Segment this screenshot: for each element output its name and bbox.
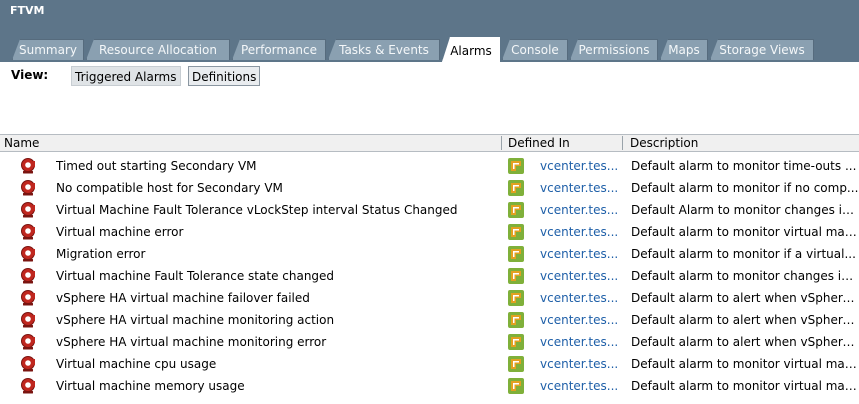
table-row[interactable]: Migration error vcenter.tes... Default ala… (0, 243, 859, 265)
alarm-description: Default alarm to monitor virtual mac... (631, 357, 859, 371)
defined-in-link[interactable]: vcenter.tes... (540, 158, 626, 174)
alarm-definition-icon (20, 377, 38, 395)
defined-in-link[interactable]: vcenter.tes... (540, 356, 626, 372)
alarm-name: vSphere HA virtual machine monitoring ac… (56, 313, 335, 327)
alarm-description: Default alarm to monitor if a virtual... (631, 247, 856, 261)
alarm-description: Default alarm to monitor virtual mac... (631, 225, 859, 239)
alarm-name: vSphere HA virtual machine monitoring er… (56, 335, 327, 349)
tab-strip: Summary Resource Allocation Performance … (0, 33, 859, 64)
alarm-name: Virtual machine Fault Tolerance state ch… (56, 269, 335, 283)
defined-in-link[interactable]: vcenter.tes... (540, 378, 626, 394)
defined-in-link[interactable]: vcenter.tes... (540, 312, 626, 328)
vcenter-icon (507, 245, 525, 263)
alarm-definition-icon (20, 201, 38, 219)
alarm-definition-icon (20, 267, 38, 285)
tab-storage-views[interactable]: Storage Views (710, 39, 814, 60)
alarm-definition-icon (20, 157, 38, 175)
alarm-description: Default alarm to monitor time-outs ... (631, 159, 857, 173)
table-row[interactable]: Virtual machine Fault Tolerance state ch… (0, 265, 859, 287)
table-row[interactable]: vSphere HA virtual machine failover fail… (0, 287, 859, 309)
table-row[interactable]: vSphere HA virtual machine monitoring ac… (0, 309, 859, 331)
defined-in-link[interactable]: vcenter.tes... (540, 290, 626, 306)
alarm-definitions-table: Name Defined In Description Timed out st… (0, 134, 859, 404)
vcenter-icon (507, 311, 525, 329)
alarm-definition-icon (20, 179, 38, 197)
tab-console[interactable]: Console (502, 39, 568, 60)
alarm-description: Default alarm to monitor if no comp... (631, 181, 859, 195)
table-row[interactable]: vSphere HA virtual machine monitoring er… (0, 331, 859, 353)
alarm-definition-icon (20, 311, 38, 329)
definitions-button[interactable]: Definitions (188, 66, 261, 86)
alarm-definition-icon (20, 245, 38, 263)
vcenter-icon (507, 355, 525, 373)
table-row[interactable]: Timed out starting Secondary VM vcenter.t… (0, 155, 859, 177)
table-header: Name Defined In Description (0, 134, 859, 152)
table-row[interactable]: Virtual machine cpu usage vcenter.tes... D… (0, 353, 859, 375)
alarm-definition-icon (20, 355, 38, 373)
vcenter-icon (507, 267, 525, 285)
vcenter-icon (507, 157, 525, 175)
table-row[interactable]: No compatible host for Secondary VM vcent… (0, 177, 859, 199)
vcenter-icon (507, 179, 525, 197)
column-header-defined-in[interactable]: Defined In (504, 135, 622, 151)
alarm-name: Timed out starting Secondary VM (56, 159, 257, 173)
column-header-name[interactable]: Name (0, 135, 500, 151)
vm-title: FTVM (10, 4, 45, 17)
tab-alarms[interactable]: Alarms (442, 37, 500, 62)
column-divider[interactable] (622, 136, 623, 150)
triggered-alarms-button[interactable]: Triggered Alarms (71, 66, 181, 86)
alarm-name: Migration error (56, 247, 146, 261)
title-bar: FTVM (0, 0, 859, 33)
defined-in-link[interactable]: vcenter.tes... (540, 268, 626, 284)
alarm-description: Default alarm to alert when vSphere... (631, 313, 859, 327)
alarm-name: Virtual Machine Fault Tolerance vLockSte… (56, 203, 458, 217)
view-bar: View: Triggered Alarms Definitions (0, 64, 859, 88)
alarm-name: Virtual machine cpu usage (56, 357, 217, 371)
alarm-name: Virtual machine memory usage (56, 379, 245, 393)
tab-permissions[interactable]: Permissions (570, 39, 658, 60)
vcenter-icon (507, 333, 525, 351)
alarm-description: Default alarm to monitor changes in ... (631, 269, 859, 283)
column-header-description[interactable]: Description (626, 135, 859, 151)
vcenter-icon (507, 377, 525, 395)
alarm-definition-icon (20, 289, 38, 307)
defined-in-link[interactable]: vcenter.tes... (540, 180, 626, 196)
alarm-definition-icon (20, 223, 38, 241)
vcenter-icon (507, 201, 525, 219)
alarm-name: No compatible host for Secondary VM (56, 181, 283, 195)
alarm-definition-icon (20, 333, 38, 351)
alarm-description: Default alarm to monitor virtual mac... (631, 379, 859, 393)
table-row[interactable]: Virtual machine error vcenter.tes... Defau… (0, 221, 859, 243)
alarm-description: Default Alarm to monitor changes in... (631, 203, 859, 217)
vcenter-icon (507, 289, 525, 307)
tab-summary[interactable]: Summary (12, 39, 84, 60)
table-row[interactable]: Virtual Machine Fault Tolerance vLockSte… (0, 199, 859, 221)
alarm-description: Default alarm to alert when vSphere... (631, 291, 859, 305)
tab-tasks-events[interactable]: Tasks & Events (328, 39, 440, 60)
defined-in-link[interactable]: vcenter.tes... (540, 246, 626, 262)
alarm-description: Default alarm to alert when vSphere... (631, 335, 859, 349)
alarm-name: Virtual machine error (56, 225, 184, 239)
defined-in-link[interactable]: vcenter.tes... (540, 224, 626, 240)
column-divider[interactable] (501, 136, 502, 150)
tab-resource-allocation[interactable]: Resource Allocation (86, 39, 230, 60)
alarm-name: vSphere HA virtual machine failover fail… (56, 291, 310, 305)
vcenter-icon (507, 223, 525, 241)
defined-in-link[interactable]: vcenter.tes... (540, 202, 626, 218)
table-row[interactable]: Virtual machine memory usage vcenter.tes.… (0, 375, 859, 397)
view-label: View: (11, 68, 49, 82)
tab-maps[interactable]: Maps (660, 39, 708, 60)
tab-performance[interactable]: Performance (232, 39, 326, 60)
defined-in-link[interactable]: vcenter.tes... (540, 334, 626, 350)
